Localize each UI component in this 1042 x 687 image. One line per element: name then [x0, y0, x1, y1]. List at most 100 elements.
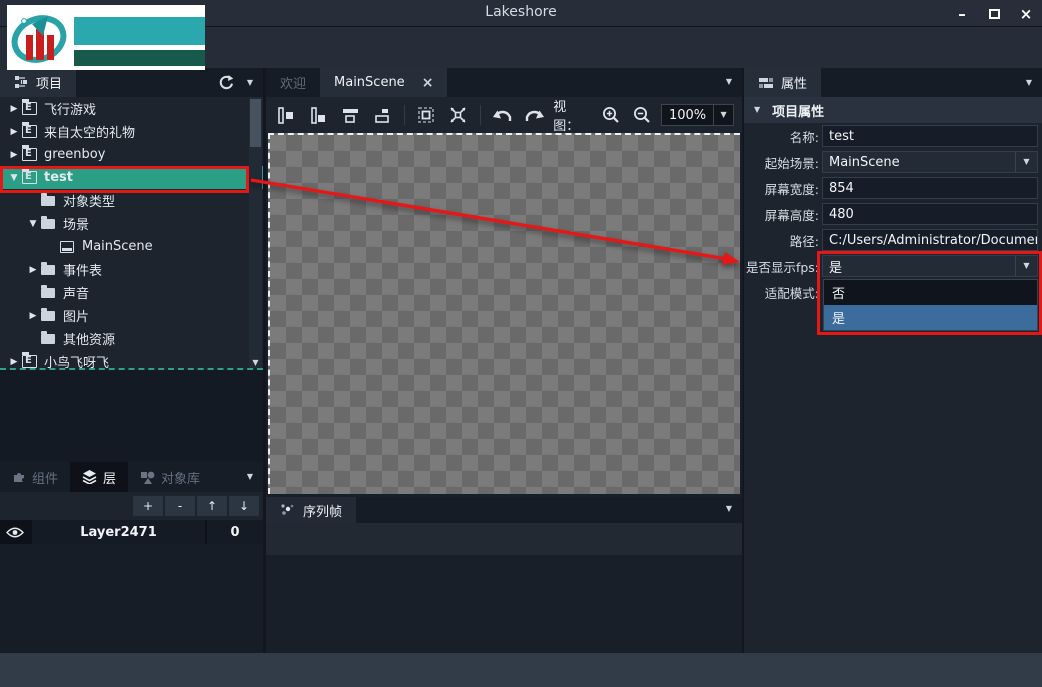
- folder-icon: [41, 265, 55, 275]
- tree-item-label: 飞行游戏: [44, 99, 96, 118]
- scene-icon: [60, 241, 74, 253]
- fit-selection-button[interactable]: [414, 103, 440, 127]
- tree-item-images[interactable]: ▶ 图片: [0, 304, 263, 327]
- path-value: C:/Users/Administrator/Documents/: [829, 233, 1038, 248]
- remove-layer-button[interactable]: -: [165, 496, 195, 516]
- tree-item-label: 场景: [63, 214, 89, 233]
- expand-arrow-icon[interactable]: ▶: [27, 311, 39, 321]
- expand-arrow-icon[interactable]: ▼: [27, 219, 39, 229]
- property-row-screen-height: 屏幕高度: 480: [744, 201, 1042, 227]
- folder-icon: [41, 196, 55, 206]
- scene-toolbar: 视图： 100% ▼: [266, 97, 742, 133]
- properties-menu-caret-icon[interactable]: ▼: [1026, 79, 1032, 87]
- tab-project-label: 项目: [36, 73, 62, 92]
- path-field[interactable]: C:/Users/Administrator/Documents/: [822, 229, 1038, 251]
- add-layer-button[interactable]: +: [133, 496, 163, 516]
- show-fps-select[interactable]: 是 ▼: [822, 255, 1038, 277]
- tree-scrollbar[interactable]: ▼: [249, 97, 262, 368]
- select-caret-icon: ▼: [1023, 158, 1029, 166]
- tree-item-scenes[interactable]: ▼ 场景: [0, 212, 263, 235]
- screen-width-field[interactable]: 854: [822, 177, 1038, 199]
- tab-components[interactable]: 组件: [0, 462, 70, 492]
- move-layer-up-button[interactable]: ↑: [197, 496, 227, 516]
- tree-item-sounds[interactable]: 声音: [0, 281, 263, 304]
- move-layer-down-button[interactable]: ↓: [229, 496, 259, 516]
- zoom-in-button[interactable]: [598, 103, 624, 127]
- tree-item-flying-game[interactable]: ▶ 飞行游戏: [0, 97, 263, 120]
- align-bottom-icon: [373, 107, 390, 124]
- expand-arrow-icon[interactable]: ▶: [8, 104, 20, 114]
- expand-arrow-icon[interactable]: ▶: [8, 150, 20, 160]
- tab-properties[interactable]: 属性: [744, 68, 821, 97]
- editor-tabs-menu-caret-icon[interactable]: ▼: [726, 78, 732, 86]
- layer-list-row[interactable]: Layer2471 0: [0, 520, 263, 544]
- align-right-button[interactable]: [306, 103, 332, 127]
- frames-dots-icon: [280, 503, 296, 517]
- minimize-button[interactable]: –: [946, 0, 978, 27]
- tab-sequence-frames[interactable]: 序列帧: [266, 497, 356, 523]
- shapes-icon: [140, 470, 155, 484]
- scroll-down-icon[interactable]: ▼: [249, 358, 262, 367]
- maximize-button[interactable]: [978, 0, 1010, 27]
- tree-scrollbar-thumb[interactable]: [250, 99, 261, 147]
- screen-height-field[interactable]: 480: [822, 203, 1038, 225]
- layer-visibility-toggle[interactable]: [0, 520, 30, 544]
- tree-item-label: 小鸟飞呀飞: [44, 352, 109, 368]
- puzzle-icon: [12, 470, 26, 484]
- frames-menu-caret-icon[interactable]: ▼: [726, 505, 732, 513]
- tree-item-little-bird[interactable]: ▶ 小鸟飞呀飞: [0, 350, 263, 368]
- zoom-out-button[interactable]: [629, 103, 655, 127]
- align-left-button[interactable]: [274, 103, 300, 127]
- property-label: 适配模式:: [744, 283, 822, 302]
- expand-arrow-icon[interactable]: ▼: [8, 173, 20, 183]
- refresh-icon[interactable]: [218, 74, 235, 91]
- property-label: 是否显示fps:: [744, 257, 822, 276]
- select-caret-icon: ▼: [1023, 262, 1029, 270]
- layer-order: 0: [207, 520, 263, 544]
- zoom-out-icon: [633, 106, 651, 124]
- align-bottom-button[interactable]: [369, 103, 395, 127]
- show-fps-value: 是: [829, 257, 842, 276]
- expand-arrow-icon[interactable]: ▶: [8, 357, 20, 367]
- fps-option-yes[interactable]: 是: [824, 305, 1037, 330]
- expand-arrow-icon[interactable]: ▶: [8, 127, 20, 137]
- start-scene-select[interactable]: MainScene ▼: [822, 151, 1038, 173]
- close-tab-icon[interactable]: ×: [422, 75, 434, 91]
- expand-arrow-icon[interactable]: ▶: [27, 265, 39, 275]
- project-menu-caret-icon[interactable]: ▼: [247, 79, 253, 87]
- tree-item-gift-from-space[interactable]: ▶ 来自太空的礼物: [0, 120, 263, 143]
- app-logo: [7, 5, 205, 70]
- tree-item-other-resources[interactable]: 其他资源: [0, 327, 263, 350]
- tab-mainscene-label: MainScene: [334, 75, 405, 90]
- name-field[interactable]: test: [822, 125, 1038, 147]
- logo-emblem-icon: [10, 8, 68, 66]
- project-properties-header[interactable]: ▼ 项目属性: [744, 97, 1042, 123]
- property-label: 路径:: [744, 231, 822, 250]
- show-fps-dropdown-list: 否 是: [823, 279, 1038, 331]
- property-label: 屏幕高度:: [744, 205, 822, 224]
- left-bottom-menu-caret-icon[interactable]: ▼: [247, 473, 253, 481]
- zoom-level-select[interactable]: 100% ▼: [661, 104, 734, 126]
- scene-canvas[interactable]: [268, 133, 740, 494]
- tab-project[interactable]: 项目: [0, 68, 76, 97]
- tree-item-mainscene[interactable]: MainScene: [0, 235, 263, 258]
- tree-item-object-types[interactable]: 对象类型: [0, 189, 263, 212]
- tab-sequence-frames-label: 序列帧: [303, 501, 342, 520]
- close-button[interactable]: ×: [1010, 0, 1042, 27]
- tab-mainscene[interactable]: MainScene ×: [320, 68, 447, 97]
- tab-layers[interactable]: 层: [70, 462, 128, 492]
- tab-welcome[interactable]: 欢迎: [266, 68, 320, 97]
- fit-view-button[interactable]: [445, 103, 471, 127]
- tab-object-library[interactable]: 对象库: [128, 462, 212, 492]
- tree-item-test[interactable]: ▼ test: [0, 166, 263, 189]
- fps-option-no[interactable]: 否: [824, 280, 1037, 305]
- undo-button[interactable]: [490, 103, 516, 127]
- tab-layers-label: 层: [103, 468, 116, 487]
- redo-button[interactable]: [522, 103, 548, 127]
- section-collapse-caret-icon[interactable]: ▼: [754, 106, 760, 114]
- property-label: 名称:: [744, 127, 822, 146]
- align-top-button[interactable]: [337, 103, 363, 127]
- tree-item-greenboy[interactable]: ▶ greenboy: [0, 143, 263, 166]
- folder-icon: [41, 334, 55, 344]
- tree-item-event-sheets[interactable]: ▶ 事件表: [0, 258, 263, 281]
